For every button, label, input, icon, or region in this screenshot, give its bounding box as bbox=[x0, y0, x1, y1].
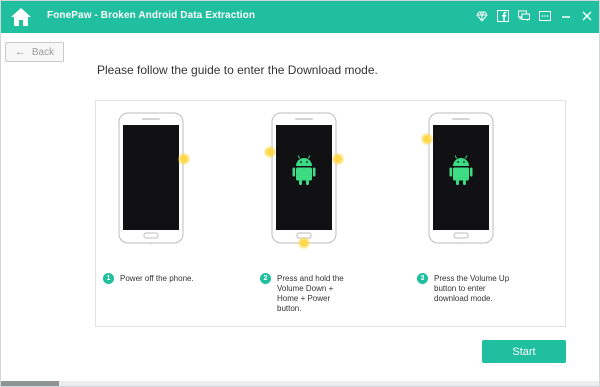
power-button-highlight-2 bbox=[332, 153, 344, 165]
facebook-icon[interactable] bbox=[497, 10, 509, 22]
volume-down-highlight bbox=[264, 146, 276, 158]
chat-icon[interactable] bbox=[518, 10, 530, 22]
phone-illustration-3 bbox=[428, 112, 494, 244]
guide-panel: 1 Power off the phone. 2 Press and hold … bbox=[95, 100, 566, 327]
step-number-badge: 1 bbox=[103, 273, 114, 284]
step-number-badge: 2 bbox=[260, 273, 271, 284]
bottom-strip bbox=[1, 381, 599, 386]
bottom-tab bbox=[1, 381, 59, 386]
back-button[interactable]: ← Back bbox=[5, 42, 64, 62]
back-arrow-icon: ← bbox=[14, 45, 26, 58]
step-number-badge: 3 bbox=[417, 273, 428, 284]
window-title: FonePaw - Broken Android Data Extraction bbox=[47, 10, 256, 21]
step-text: Power off the phone. bbox=[120, 274, 194, 283]
step-text: Press the Volume Up button to enter down… bbox=[434, 274, 510, 303]
power-button-highlight bbox=[178, 153, 190, 165]
title-bar: FonePaw - Broken Android Data Extraction bbox=[1, 1, 599, 33]
volume-up-highlight bbox=[421, 133, 433, 145]
back-label: Back bbox=[31, 46, 55, 58]
step-3: 3 Press the Volume Up button to enter do… bbox=[417, 273, 512, 304]
minimize-icon[interactable] bbox=[560, 10, 572, 22]
diamond-icon[interactable] bbox=[476, 10, 488, 22]
phone-illustration-2 bbox=[271, 112, 337, 244]
close-icon[interactable] bbox=[581, 10, 593, 22]
home-icon[interactable] bbox=[10, 7, 32, 27]
app-window: FonePaw - Broken Android Data Extraction bbox=[0, 0, 600, 387]
step-2: 2 Press and hold the Volume Down + Home … bbox=[260, 273, 355, 314]
titlebar-actions bbox=[476, 10, 593, 22]
step-1: 1 Power off the phone. bbox=[103, 273, 198, 284]
page-instruction: Please follow the guide to enter the Dow… bbox=[97, 63, 378, 77]
phone-illustration-1 bbox=[118, 112, 184, 244]
start-button[interactable]: Start bbox=[482, 340, 566, 363]
menu-icon[interactable] bbox=[539, 10, 551, 22]
home-button-highlight bbox=[298, 237, 310, 249]
step-text: Press and hold the Volume Down + Home + … bbox=[277, 274, 344, 313]
